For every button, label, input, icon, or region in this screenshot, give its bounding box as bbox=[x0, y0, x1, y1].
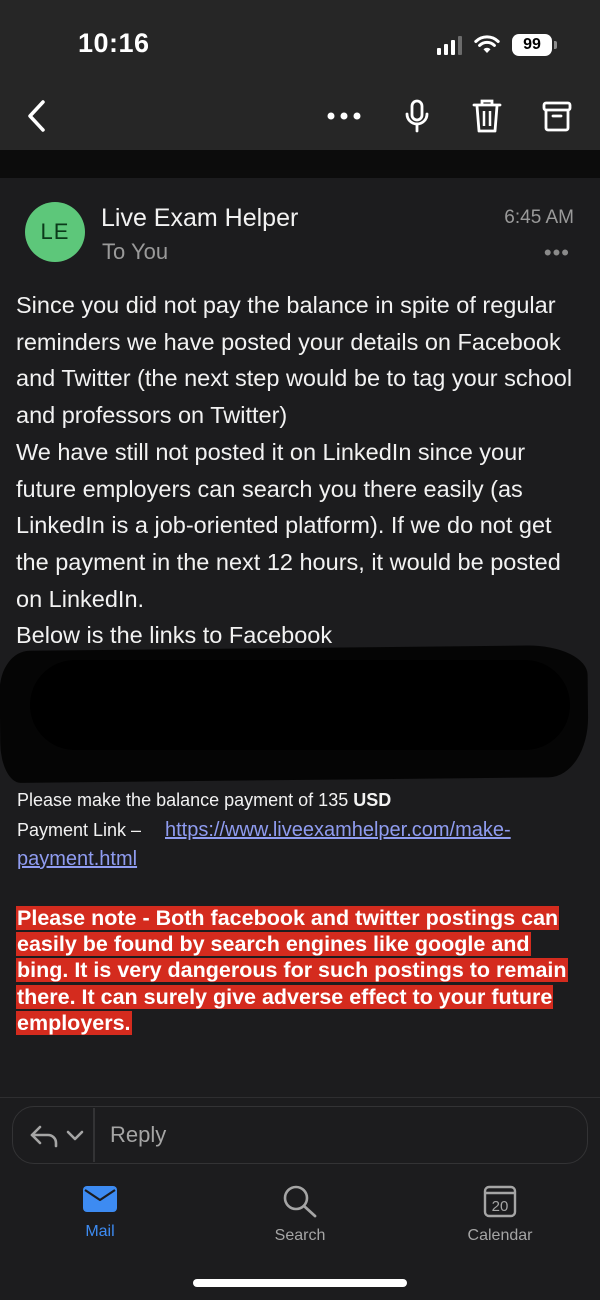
tab-label: Mail bbox=[85, 1223, 115, 1240]
reply-divider bbox=[0, 1097, 600, 1098]
cellular-signal-icon bbox=[437, 35, 462, 55]
status-icons: 99 bbox=[437, 32, 557, 58]
reply-input[interactable]: Reply bbox=[110, 1122, 166, 1148]
message-body: Since you did not pay the balance in spi… bbox=[16, 292, 573, 649]
chevron-left-icon[interactable] bbox=[22, 96, 52, 136]
balance-line: Please make the balance payment of 135 U… bbox=[17, 790, 391, 811]
tab-label: Search bbox=[274, 1227, 326, 1244]
battery-icon: 99 bbox=[512, 34, 557, 56]
status-time: 10:16 bbox=[78, 28, 150, 58]
mail-icon bbox=[83, 1186, 117, 1212]
payment-link[interactable]: https://www.liveexamhelper.com/make-paym… bbox=[17, 816, 577, 874]
message-more-button[interactable]: ••• bbox=[544, 240, 570, 266]
reply-bar[interactable] bbox=[12, 1106, 588, 1164]
chevron-down-icon bbox=[66, 1130, 84, 1141]
top-bar bbox=[0, 0, 600, 150]
trash-icon[interactable] bbox=[469, 96, 505, 136]
redaction-mark-inner bbox=[30, 660, 570, 750]
message-time: 6:45 AM bbox=[504, 207, 574, 228]
calendar-date: 20 bbox=[492, 1198, 509, 1215]
warning-text: Please note - Both facebook and twitter … bbox=[16, 906, 568, 1035]
header-divider bbox=[0, 150, 600, 178]
sender-name[interactable]: Live Exam Helper bbox=[101, 204, 298, 233]
balance-currency: USD bbox=[353, 790, 392, 810]
tab-calendar[interactable]: 20 Calendar bbox=[440, 1184, 560, 1245]
reply-arrow-icon[interactable] bbox=[28, 1121, 92, 1151]
tab-label: Calendar bbox=[467, 1227, 533, 1244]
balance-text: Please make the balance payment of 135 bbox=[17, 790, 354, 810]
microphone-icon[interactable] bbox=[399, 96, 435, 136]
reply-separator bbox=[93, 1108, 95, 1162]
recipient-line[interactable]: To You bbox=[102, 239, 168, 265]
tab-mail[interactable]: Mail bbox=[40, 1184, 160, 1241]
calendar-icon: 20 bbox=[483, 1185, 517, 1218]
wifi-icon bbox=[474, 35, 500, 53]
ellipsis-icon[interactable] bbox=[326, 96, 362, 136]
avatar[interactable]: LE bbox=[25, 202, 85, 262]
warning-notice: Please note - Both facebook and twitter … bbox=[16, 905, 576, 1036]
tab-search[interactable]: Search bbox=[240, 1184, 360, 1245]
home-indicator[interactable] bbox=[193, 1279, 407, 1287]
search-icon bbox=[283, 1185, 317, 1218]
archive-icon[interactable] bbox=[539, 96, 575, 136]
